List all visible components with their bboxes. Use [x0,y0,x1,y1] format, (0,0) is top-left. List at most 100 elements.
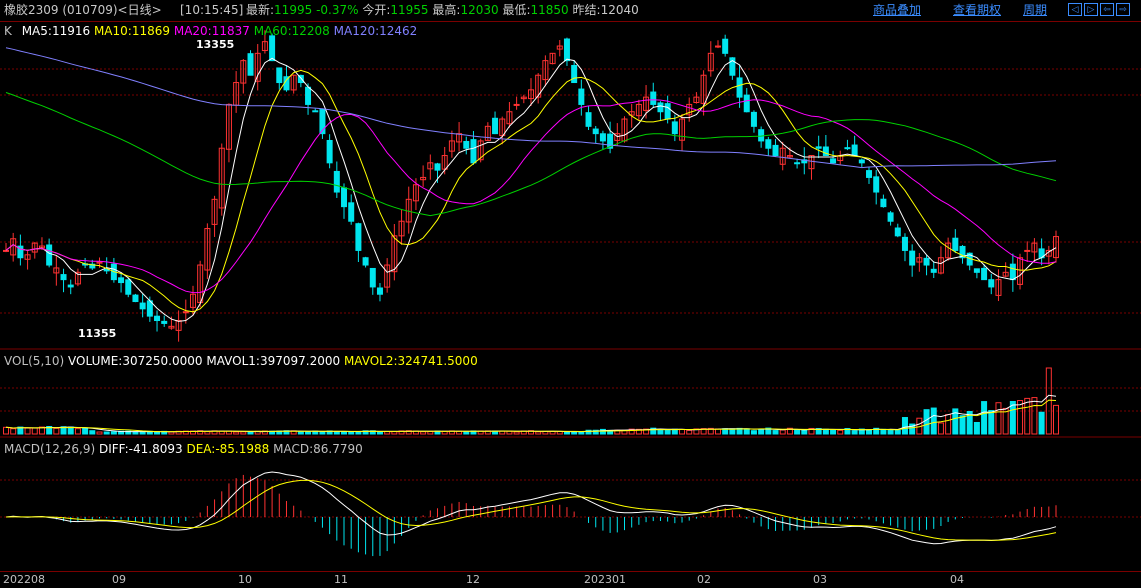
volume-bar [376,431,383,435]
volume-bar [168,431,175,435]
volume-bar [686,429,693,435]
candle-body [585,112,592,127]
candle-body [794,162,801,165]
candle-body [909,250,916,266]
volume-bar [995,402,1002,435]
candle-body [305,86,312,105]
candle-body [894,227,901,237]
ma60-line [5,92,1057,217]
volume-bar [772,430,779,435]
candle-body [722,38,729,54]
x-tick: 11 [334,573,348,586]
volume-bar [988,410,995,435]
candle-body [46,244,53,266]
candle-body [866,170,873,178]
volume-bar [880,428,887,435]
dea-value: DEA:-85.1988 [186,442,270,456]
volume-bar [679,428,686,435]
volume-bar [822,428,829,435]
volume-bar [82,427,89,435]
candle-body [362,257,369,266]
candle-body [326,139,333,164]
ma20-line [5,99,1057,294]
volume-bar [794,429,801,435]
candle-body [736,77,743,98]
volume-panel-legend: VOL(5,10) VOLUME:307250.0000 MAVOL1:3970… [4,354,478,368]
high-price-marker: 13355 [196,38,235,51]
volume-bar [945,414,952,435]
x-tick: 202208 [3,573,45,586]
ma120-line [5,47,1057,169]
volume-bar [1038,411,1045,435]
candle-body [434,163,441,171]
candle-body [858,159,865,164]
ma20-value: MA20:11837 [173,24,250,38]
x-tick: 09 [112,573,126,586]
volume-bar [103,431,110,435]
volume-bar [74,428,81,435]
volume-bar [973,421,980,435]
candle-body [923,257,930,266]
volume-bar [319,431,326,435]
volume-bar [851,430,858,435]
volume-bar [305,431,312,435]
x-tick: 04 [950,573,964,586]
candle-body [182,311,189,314]
candle-body [873,176,880,193]
candle-body [1024,249,1031,252]
volume-bar [664,429,671,435]
volume-bar [10,428,17,435]
candle-body [154,315,161,322]
volume-bar [3,426,9,435]
diff-value: DIFF:-41.8093 [98,442,183,456]
candle-body [563,38,570,62]
candle-body [312,110,319,113]
volume-bar [930,407,937,435]
volume-value: VOLUME:307250.0000 [68,354,203,368]
volume-bar [89,430,96,435]
candle-body [772,144,779,157]
candle-body [657,102,664,113]
candle-body [269,35,276,62]
candle-body [887,212,894,222]
volume-bar [959,415,966,435]
volume-bar [1017,400,1024,435]
ma10-value: MA10:11869 [93,24,171,38]
candle-body [880,198,887,208]
mavol1-line [5,394,1057,433]
candle-body [930,268,937,273]
candle-body [981,267,988,281]
candle-body [571,64,578,84]
mavol2-value: MAVOL2:324741.5000 [343,354,478,368]
candle-body [650,91,657,105]
volume-bar [887,429,894,435]
volume-bar [333,431,340,435]
candle-body [355,223,362,251]
candle-body [815,146,822,149]
x-tick: 202301 [584,573,626,586]
candle-body [341,187,348,208]
candle-body [758,129,765,142]
volume-bar [937,422,944,435]
mavol1-value: MAVOL1:397097.2000 [206,354,341,368]
volume-bar [204,431,211,435]
candle-body [988,279,995,288]
macd-value: MACD:86.7790 [273,442,363,456]
candle-body [743,94,750,113]
volume-bar [348,431,355,435]
candle-body [3,249,9,252]
volume-bar [563,431,570,435]
ma10-line [5,69,1057,313]
volume-bar [513,431,520,435]
candle-body [492,117,499,135]
candle-body [973,268,980,273]
candle-body [765,139,772,149]
volume-bar [384,431,391,435]
volume-bar [981,401,988,435]
candle-body [844,147,851,150]
macd-panel-legend: MACD(12,26,9) DIFF:-41.8093 DEA:-85.1988… [4,442,363,456]
volume-bar [1031,397,1038,435]
kline-chart[interactable] [0,0,1141,587]
x-tick: 03 [813,573,827,586]
volume-bar [750,430,757,435]
